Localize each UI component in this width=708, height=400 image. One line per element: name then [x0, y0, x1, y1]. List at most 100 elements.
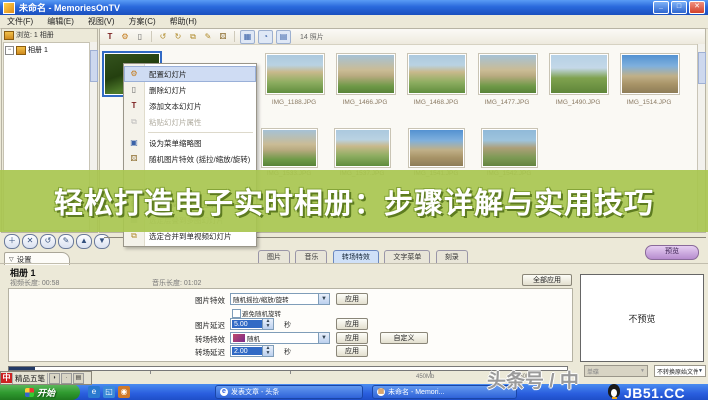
randomize-icon[interactable]: ⚄: [217, 31, 229, 42]
thumbnail-caption: IMG_1468.JPG: [401, 99, 471, 106]
thumbnail[interactable]: [478, 53, 538, 95]
thumbnail[interactable]: [407, 53, 467, 95]
tree-item-album[interactable]: − 相册 1: [4, 43, 89, 57]
thumbnail-caption: IMG_1490.JPG: [543, 99, 613, 106]
thumbnail-caption: IMG_1188.JPG: [259, 99, 329, 106]
picture-effect-label: 图片特效: [165, 295, 225, 306]
ime-keyboard-icon[interactable]: ▤: [73, 373, 84, 384]
transition-effect-dropdown[interactable]: 随机 ▼: [230, 332, 330, 344]
menu-item-set-menu-thumbnail[interactable]: ▣ 设为菜单缩略图: [124, 135, 256, 151]
quicklaunch-player-icon[interactable]: ◉: [118, 386, 130, 398]
dice-icon: ⚄: [128, 153, 140, 165]
view-timeline-icon[interactable]: ◔: [258, 30, 273, 44]
minimize-button[interactable]: _: [653, 1, 669, 14]
tab-burn[interactable]: 刻录: [436, 250, 468, 263]
ime-toolbar[interactable]: 中 精品五笔 ◗ · ▤: [0, 371, 92, 385]
thumbnail[interactable]: [334, 128, 391, 168]
tab-text-menu[interactable]: 文字菜单: [384, 250, 430, 263]
preview-button[interactable]: 预览: [645, 245, 699, 260]
tree-item-label: 相册 1: [28, 45, 48, 55]
remove-slide-button[interactable]: ✕: [22, 234, 38, 249]
stepper-arrows-icon[interactable]: ▲▼: [262, 319, 273, 329]
effects-icon[interactable]: ✎: [202, 31, 214, 42]
menu-item-add-text-slide[interactable]: T 添加文本幻灯片: [124, 98, 256, 114]
rotate-slide-button[interactable]: ↺: [40, 234, 56, 249]
ime-halfwidth-icon[interactable]: ◗: [49, 373, 60, 384]
ime-punct-icon[interactable]: ·: [61, 373, 72, 384]
edit-slide-button[interactable]: ✎: [58, 234, 74, 249]
capacity-fill: [9, 367, 35, 370]
apply-transition-delay-button[interactable]: 应用: [336, 345, 368, 357]
menu-item-configure-slide[interactable]: ⚙ 配置幻灯片: [124, 66, 256, 82]
browser-icon: e: [220, 388, 228, 396]
tab-pictures[interactable]: 图片: [258, 250, 290, 263]
title-bar[interactable]: 未命名 - MemoriesOnTV _ □ ✕: [0, 0, 708, 15]
maximize-button[interactable]: □: [671, 1, 687, 14]
dropdown-arrow-icon[interactable]: ▼: [318, 333, 329, 343]
picture-effect-dropdown[interactable]: 随机摇拉/缩放/旋转 ▼: [230, 293, 330, 305]
dropdown-arrow-icon: ▼: [640, 368, 645, 374]
ime-name[interactable]: 精品五笔: [12, 373, 48, 384]
configure-icon[interactable]: ⚙: [119, 31, 131, 42]
move-up-button[interactable]: ▲: [76, 234, 92, 249]
add-text-slide-icon[interactable]: T: [104, 31, 116, 42]
apply-all-button[interactable]: 全部应用: [522, 274, 572, 286]
apply-transition-effect-button[interactable]: 应用: [336, 332, 368, 344]
rotate-left-icon[interactable]: ↺: [157, 31, 169, 42]
picture-delay-unit: 秒: [284, 320, 291, 330]
close-button[interactable]: ✕: [689, 1, 705, 14]
apply-picture-effect-button[interactable]: 应用: [336, 293, 368, 305]
browse-icon: [4, 31, 14, 40]
menu-project[interactable]: 方案(C): [122, 16, 163, 27]
delete-icon[interactable]: ▯: [134, 31, 146, 42]
thumbnail[interactable]: [336, 53, 396, 95]
capacity-tick-label: 450Mb: [416, 374, 434, 380]
watermark-banner: 轻松打造电子实时相册：步骤详解与实用技巧: [0, 170, 708, 232]
tab-transitions[interactable]: 转场特效: [333, 250, 379, 263]
thumbnail[interactable]: [620, 53, 680, 95]
paste-attributes-icon[interactable]: ⧉: [187, 31, 199, 42]
dropdown-arrow-icon[interactable]: ▼: [698, 368, 703, 374]
apply-picture-delay-button[interactable]: 应用: [336, 318, 368, 330]
stepper-arrows-icon[interactable]: ▲▼: [262, 346, 273, 356]
taskbar-task-browser[interactable]: e 发表文章 - 头条: [215, 385, 363, 399]
window-title: 未命名 - MemoriesOnTV: [19, 1, 651, 14]
menu-item-delete-slide[interactable]: ▯ 删除幻灯片: [124, 82, 256, 98]
thumbnail[interactable]: [549, 53, 609, 95]
brand-watermark: JB51.CC: [624, 385, 685, 400]
menu-help[interactable]: 帮助(H): [163, 16, 204, 27]
avoid-random-rotation-checkbox[interactable]: [232, 309, 241, 318]
view-thumbnails-icon[interactable]: ▦: [240, 30, 255, 44]
add-slide-button[interactable]: ＋: [4, 234, 20, 249]
menu-file[interactable]: 文件(F): [0, 16, 40, 27]
transition-effect-label: 转场特效: [165, 334, 225, 345]
menu-item-randomize-picture-effects[interactable]: ⚄ 随机图片特效 (摇拉/缩放/旋转): [124, 151, 256, 167]
transition-preview-icon: [233, 334, 245, 342]
dropdown-arrow-icon[interactable]: ▼: [318, 294, 329, 304]
transition-delay-stepper[interactable]: 2.00 ▲▼: [230, 345, 274, 357]
quicklaunch-desktop-icon[interactable]: ◱: [103, 386, 115, 398]
menu-edit[interactable]: 编辑(E): [40, 16, 81, 27]
thumbnail[interactable]: [408, 128, 465, 168]
thumbnail[interactable]: [261, 128, 318, 168]
preview-box: 不预览: [580, 274, 704, 362]
paste-icon: ⧉: [128, 116, 140, 128]
customize-transition-button[interactable]: 自定义: [380, 332, 428, 344]
rotate-right-icon[interactable]: ↻: [172, 31, 184, 42]
quicklaunch-ie-icon[interactable]: e: [88, 386, 100, 398]
start-button[interactable]: 开始: [0, 384, 80, 400]
windows-flag-icon: [25, 388, 34, 397]
app-task-icon: ▦: [377, 388, 385, 396]
picture-delay-stepper[interactable]: 5.00 ▲▼: [230, 318, 274, 330]
tab-music[interactable]: 音乐: [295, 250, 327, 263]
tree-expand-icon[interactable]: −: [5, 46, 14, 55]
thumbnail[interactable]: [481, 128, 538, 168]
ime-mode-icon[interactable]: 中: [1, 373, 12, 383]
app-window: 未命名 - MemoriesOnTV _ □ ✕ 文件(F) 编辑(E) 视图(…: [0, 0, 708, 400]
thumbnail[interactable]: [265, 53, 325, 95]
menu-view[interactable]: 视图(V): [81, 16, 122, 27]
view-list-icon[interactable]: ▤: [276, 30, 291, 44]
watermark-text: 头条号 / 中: [487, 366, 579, 393]
section-tab-strip: 图片 音乐 转场特效 文字菜单 刻录: [258, 246, 469, 264]
transcode-option-dropdown[interactable]: 不转换原始文件 ▼: [654, 365, 706, 377]
